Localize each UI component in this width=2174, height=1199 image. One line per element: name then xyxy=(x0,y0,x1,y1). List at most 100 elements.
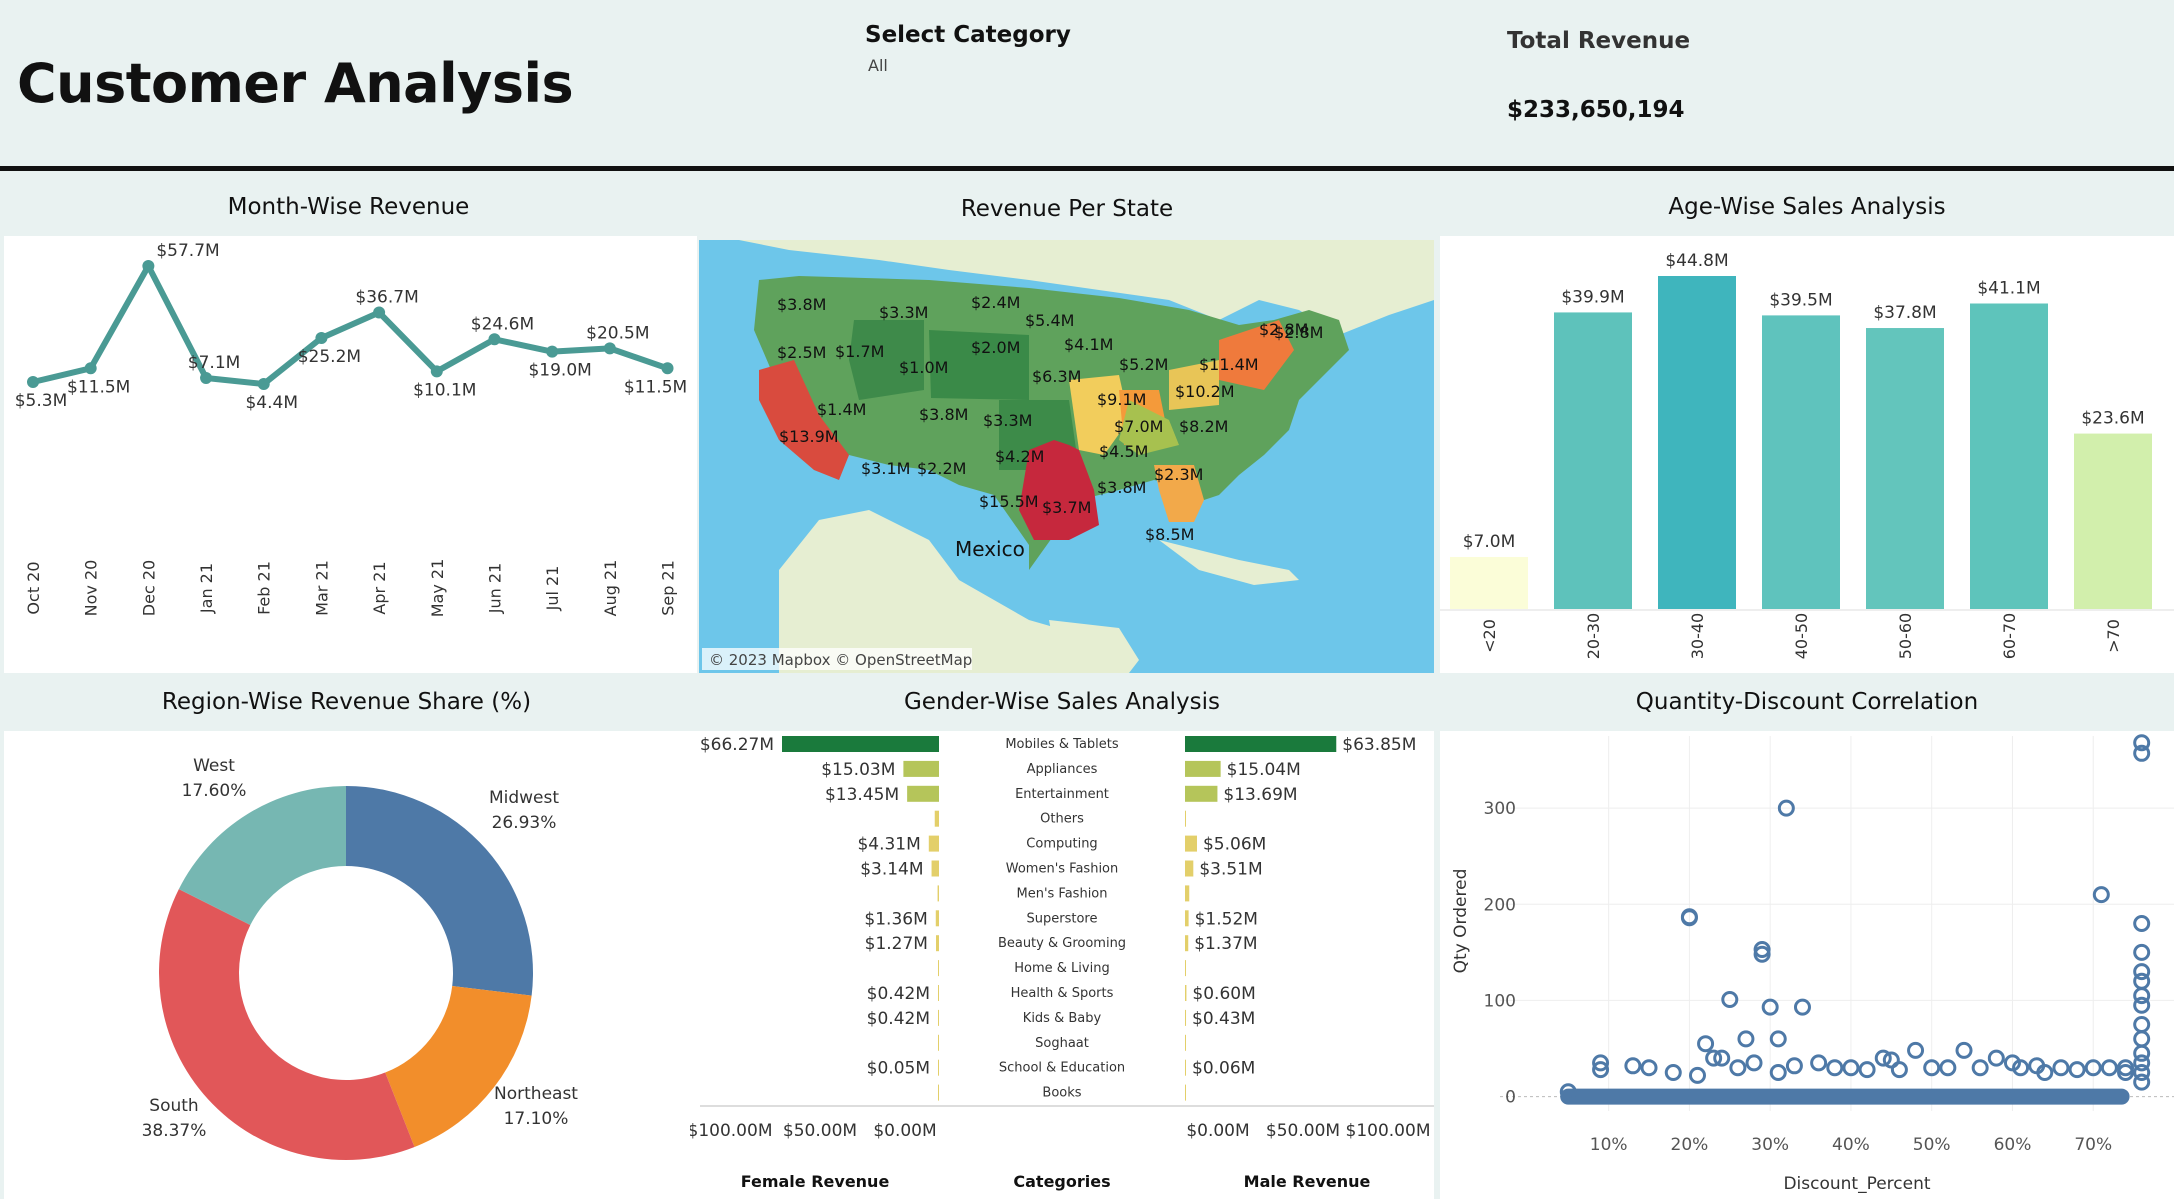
male-bar[interactable] xyxy=(1185,785,1218,802)
map-state-label[interactable]: $3.8M xyxy=(919,405,968,424)
line-point[interactable] xyxy=(430,365,443,378)
scatter-point[interactable] xyxy=(2092,886,2110,904)
age-bar[interactable] xyxy=(1450,556,1528,609)
gender-bar-chart[interactable]: Mobiles & Tablets $66.27M $63.85M Appliance… xyxy=(688,731,1434,1199)
scatter-point[interactable] xyxy=(1769,1064,1787,1082)
donut-slice[interactable] xyxy=(159,889,415,1160)
map-state-label[interactable]: $8.5M xyxy=(1145,525,1194,544)
age-bar-chart[interactable]: $7.0M <20 $39.9M 20-30 $44.8M 30-40 $39.5M 40-5… xyxy=(1440,236,2174,673)
map-state-label[interactable]: $15.5M xyxy=(979,492,1039,511)
map-state-label[interactable]: $2.0M xyxy=(971,338,1020,357)
line-point[interactable] xyxy=(84,362,97,375)
select-category-dropdown[interactable]: All xyxy=(868,56,888,75)
map-state-label[interactable]: $3.3M xyxy=(879,303,928,322)
male-bar[interactable] xyxy=(1185,860,1194,877)
map-state-label[interactable]: $4.5M xyxy=(1099,442,1148,461)
female-bar[interactable] xyxy=(938,960,939,977)
scatter-point[interactable] xyxy=(1745,1054,1763,1072)
male-bar[interactable] xyxy=(1185,960,1186,977)
female-bar[interactable] xyxy=(938,1034,939,1051)
scatter-point[interactable] xyxy=(1890,1061,1908,1079)
scatter-point[interactable] xyxy=(1664,1064,1682,1082)
age-bar[interactable] xyxy=(1762,315,1840,609)
map-state-label[interactable]: $7.0M xyxy=(1114,417,1163,436)
state-map-panel[interactable]: $3.8M $3.3M $2.4M $5.4M $2.8M $2.5M $1.7M $2.0M… xyxy=(699,240,1434,673)
female-bar[interactable] xyxy=(907,785,939,802)
line-point[interactable] xyxy=(142,260,155,272)
line-point[interactable] xyxy=(603,342,616,355)
female-bar[interactable] xyxy=(935,910,939,927)
map-state-label[interactable]: $11.4M xyxy=(1199,355,1259,374)
scatter-point[interactable] xyxy=(1793,998,1811,1016)
female-bar[interactable] xyxy=(938,1009,939,1026)
scatter-dense-band[interactable] xyxy=(1560,1088,2130,1105)
map-state-label[interactable]: $2.2M xyxy=(917,459,966,478)
map-state-label[interactable]: $8.2M xyxy=(1179,417,1228,436)
line-point[interactable] xyxy=(661,362,674,375)
map-state-label[interactable]: $3.3M xyxy=(983,411,1032,430)
map-state-label[interactable]: $2.5M xyxy=(777,343,826,362)
map-state-label[interactable]: $9.1M xyxy=(1097,390,1146,409)
female-bar[interactable] xyxy=(938,985,939,1001)
map-state-label[interactable]: $6.3M xyxy=(1032,367,1081,386)
map-state-label[interactable]: $2.8M xyxy=(1274,323,1323,342)
scatter-point[interactable] xyxy=(2133,972,2151,990)
age-bar[interactable] xyxy=(2074,433,2152,609)
map-state-label[interactable]: $10.2M xyxy=(1175,382,1235,401)
age-bar[interactable] xyxy=(1658,276,1736,609)
scatter-point[interactable] xyxy=(1624,1057,1642,1075)
map-state-label[interactable]: $3.8M xyxy=(777,295,826,314)
male-bar[interactable] xyxy=(1185,810,1186,827)
scatter-point[interactable] xyxy=(1826,1059,1844,1077)
female-bar[interactable] xyxy=(782,736,939,752)
line-point[interactable] xyxy=(200,372,213,385)
scatter-point[interactable] xyxy=(1955,1041,1973,1059)
map-state-label[interactable]: $2.3M xyxy=(1154,465,1203,484)
scatter-point[interactable] xyxy=(1907,1041,1925,1059)
scatter-point[interactable] xyxy=(1785,1057,1803,1075)
scatter-point[interactable] xyxy=(1987,1049,2005,1067)
map-state-label[interactable]: $4.1M xyxy=(1064,335,1113,354)
male-bar[interactable] xyxy=(1185,910,1189,927)
male-bar[interactable] xyxy=(1185,835,1197,852)
male-bar[interactable] xyxy=(1185,1059,1186,1076)
scatter-point[interactable] xyxy=(1721,990,1739,1008)
scatter-point[interactable] xyxy=(2133,1015,2151,1033)
female-bar[interactable] xyxy=(934,810,939,827)
age-bar[interactable] xyxy=(1554,312,1632,609)
scatter-point[interactable] xyxy=(1688,1066,1706,1084)
male-bar[interactable] xyxy=(1185,760,1221,777)
map-state-label[interactable]: $3.7M xyxy=(1042,498,1091,517)
female-bar[interactable] xyxy=(937,885,939,902)
map-state-label[interactable]: $4.2M xyxy=(995,447,1044,466)
scatter-point[interactable] xyxy=(2133,1030,2151,1048)
scatter-point[interactable] xyxy=(2133,915,2151,932)
female-bar[interactable] xyxy=(938,1084,939,1101)
map-state-label[interactable]: $5.4M xyxy=(1025,311,1074,330)
scatter-point[interactable] xyxy=(2100,1059,2118,1077)
line-point[interactable] xyxy=(373,306,386,319)
line-point[interactable] xyxy=(315,331,328,344)
scatter-point[interactable] xyxy=(2052,1059,2070,1077)
age-bar[interactable] xyxy=(1866,328,1944,609)
male-bar[interactable] xyxy=(1185,1009,1187,1026)
scatter-point[interactable] xyxy=(1810,1054,1828,1072)
scatter-point[interactable] xyxy=(1697,1035,1715,1053)
male-bar[interactable] xyxy=(1185,736,1337,752)
map-state-label[interactable]: $1.4M xyxy=(817,400,866,419)
region-donut-chart[interactable]: Midwest 26.93% Northeast 17.10% South 38.37% W… xyxy=(4,731,693,1199)
map-state-label[interactable]: $5.2M xyxy=(1119,355,1168,374)
scatter-point[interactable] xyxy=(1769,1030,1787,1048)
age-bar[interactable] xyxy=(1970,303,2048,609)
line-point[interactable] xyxy=(27,376,39,389)
scatter-point[interactable] xyxy=(1939,1059,1957,1077)
line-point[interactable] xyxy=(546,345,559,358)
male-bar[interactable] xyxy=(1185,1084,1186,1101)
female-bar[interactable] xyxy=(938,1059,939,1076)
line-point[interactable] xyxy=(257,378,270,390)
scatter-point[interactable] xyxy=(1971,1059,1989,1077)
qty-scatter-chart[interactable]: 10% 20% 30% 40% 50% 60% 70% 0 100 200 300 Discount_… xyxy=(1440,731,2174,1199)
map-attribution[interactable]: © 2023 Mapbox © OpenStreetMap xyxy=(709,651,972,669)
male-bar[interactable] xyxy=(1185,935,1189,952)
female-bar[interactable] xyxy=(931,860,939,877)
